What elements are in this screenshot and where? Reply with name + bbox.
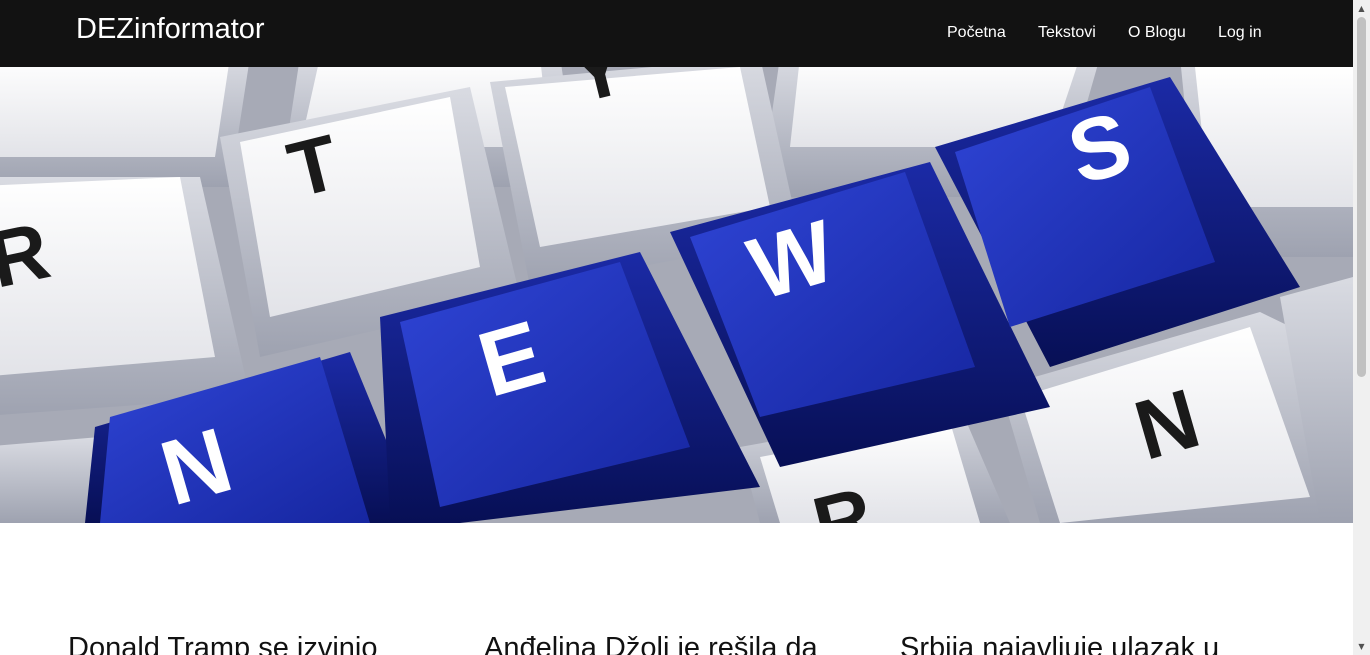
nav-link-tekstovi[interactable]: Tekstovi: [1038, 22, 1096, 44]
scrollbar-thumb[interactable]: [1357, 17, 1366, 377]
hero-banner: R T Y N E W S N R: [0, 67, 1353, 523]
brand-logo-link[interactable]: DEZinformator: [76, 12, 265, 46]
arrow-up-icon[interactable]: ▲: [1353, 0, 1370, 17]
white-key: [0, 67, 249, 187]
nav-link-pocetna[interactable]: Početna: [947, 22, 1006, 44]
vertical-scrollbar[interactable]: ▲ ▼: [1353, 0, 1370, 655]
article-title-link[interactable]: Anđelina Džoli je rešila da: [484, 630, 818, 655]
article-list: Donald Tramp se izvinio Anđelina Džoli j…: [0, 600, 1353, 655]
keyboard-news-image: R T Y N E W S N R: [0, 67, 1353, 523]
top-navbar: DEZinformator Početna Tekstovi O Blogu L…: [0, 0, 1353, 67]
article-title-link[interactable]: Donald Tramp se izvinio: [68, 630, 377, 655]
nav-link-log-in[interactable]: Log in: [1218, 22, 1262, 44]
nav-link-o-blogu[interactable]: O Blogu: [1128, 22, 1186, 44]
arrow-down-icon[interactable]: ▼: [1353, 638, 1370, 655]
article-title-link[interactable]: Srbija najavljuje ulazak u: [900, 630, 1219, 655]
